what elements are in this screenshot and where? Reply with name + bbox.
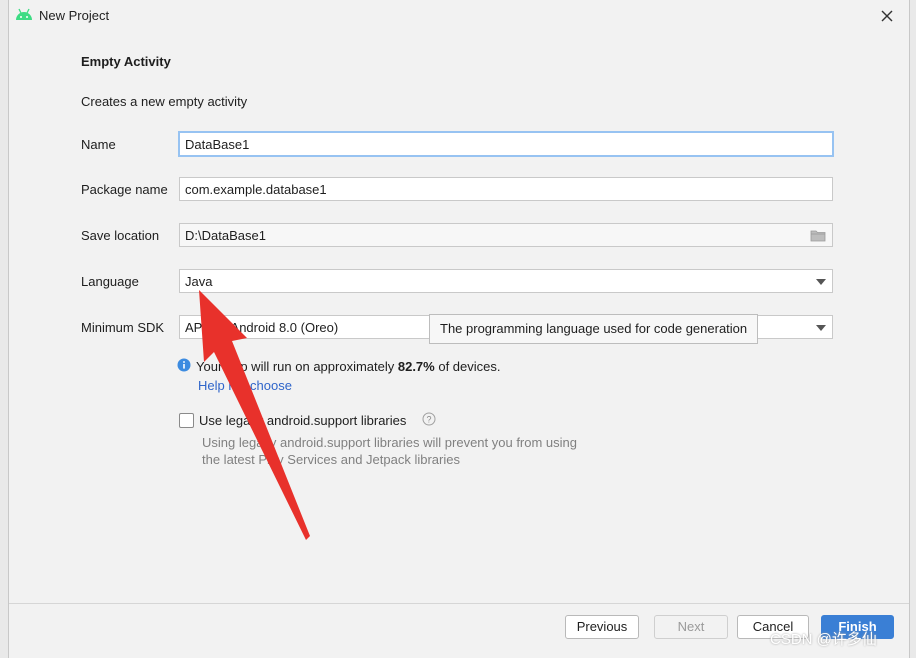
chevron-down-icon[interactable] <box>816 279 826 285</box>
chevron-down-icon[interactable] <box>816 325 826 331</box>
android-icon <box>16 8 32 20</box>
info-icon <box>177 358 191 372</box>
close-icon[interactable] <box>875 4 899 28</box>
watermark: CSDN @许多仙 <box>770 631 877 648</box>
question-mark-icon[interactable]: ? <box>422 412 436 426</box>
page-subheading: Creates a new empty activity <box>81 94 248 109</box>
new-project-dialog: New Project Empty Activity Creates a new… <box>8 0 910 658</box>
location-input[interactable] <box>180 224 785 246</box>
min-sdk-label: Minimum SDK <box>81 320 165 335</box>
language-value: Java <box>185 274 213 289</box>
language-tooltip: The programming language used for code g… <box>429 314 759 344</box>
folder-icon[interactable] <box>810 229 826 242</box>
title-bar: New Project <box>9 0 909 32</box>
next-button[interactable]: Next <box>654 615 728 639</box>
legacy-libraries-label[interactable]: Use legacy android.support libraries <box>199 413 406 428</box>
legacy-description-line2: the latest Play Services and Jetpack lib… <box>202 452 460 467</box>
legacy-description-line1: Using legacy android.support libraries w… <box>202 435 578 450</box>
device-coverage-text: Your app will run on approximately 82.7%… <box>196 359 501 374</box>
location-label: Save location <box>81 228 160 243</box>
name-label: Name <box>81 137 116 152</box>
coverage-percent: 82.7% <box>397 359 435 374</box>
footer-divider <box>9 603 909 604</box>
svg-text:?: ? <box>426 415 431 425</box>
legacy-libraries-checkbox[interactable] <box>179 413 194 428</box>
package-label: Package name <box>81 182 168 197</box>
legacy-libraries-description: Using legacy android.support libraries w… <box>202 434 577 468</box>
name-input[interactable] <box>180 133 785 155</box>
coverage-suffix: of devices. <box>434 359 501 374</box>
language-select[interactable]: Java <box>179 269 833 293</box>
window-title: New Project <box>39 8 110 23</box>
coverage-prefix: Your app will run on approximately <box>196 359 398 374</box>
language-label: Language <box>81 274 139 289</box>
name-field[interactable] <box>178 131 834 157</box>
location-field[interactable] <box>179 223 833 247</box>
package-input[interactable] <box>180 178 785 200</box>
previous-button[interactable]: Previous <box>565 615 639 639</box>
package-field[interactable] <box>179 177 833 201</box>
min-sdk-value: API 26: Android 8.0 (Oreo) <box>185 320 339 335</box>
page-heading: Empty Activity <box>81 54 171 69</box>
help-me-choose-link[interactable]: Help me choose <box>198 378 292 393</box>
